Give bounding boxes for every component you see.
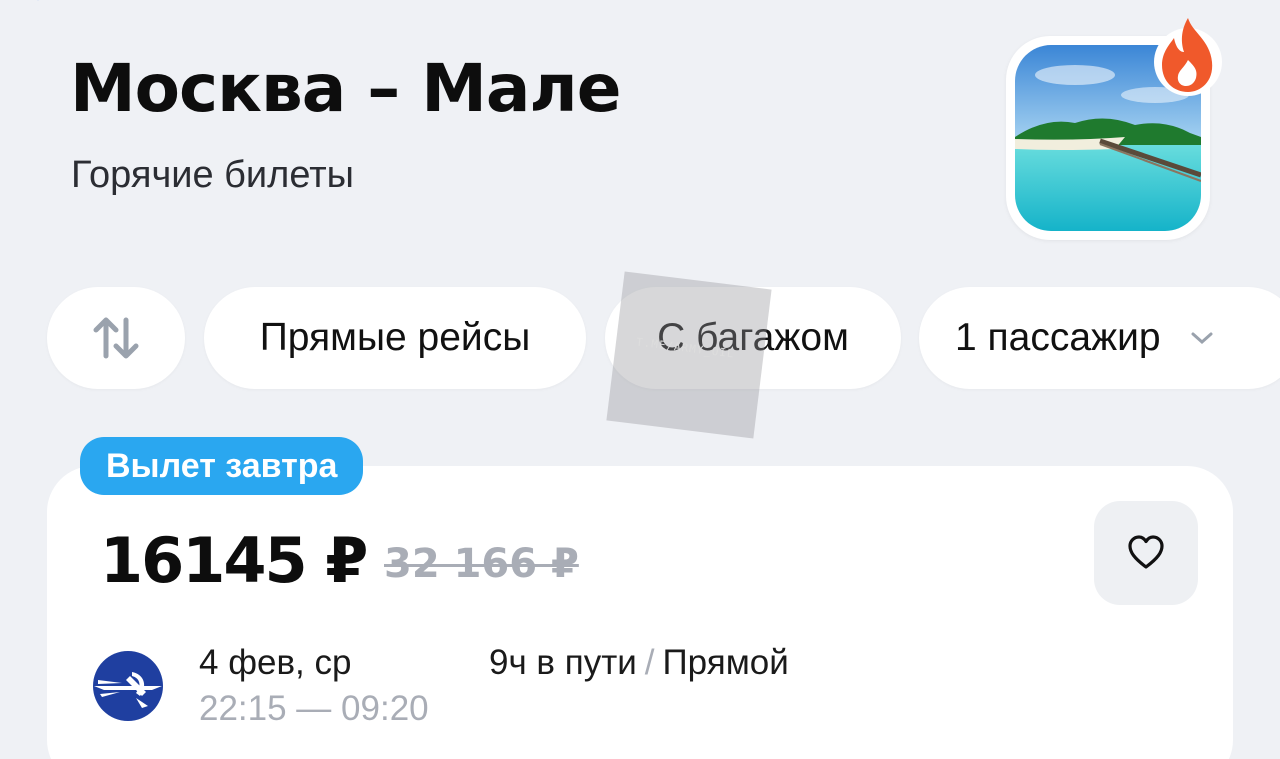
page-subtitle: Горячие билеты [71, 154, 354, 196]
flight-duration: 9ч в пути / Прямой [489, 643, 789, 683]
filter-baggage[interactable]: С багажом [605, 287, 901, 389]
page-title: Москва – Мале [70, 50, 622, 127]
aeroflot-logo [93, 651, 163, 721]
fire-icon [1154, 18, 1222, 96]
passengers-select[interactable]: 1 пассажир [919, 287, 1280, 389]
favorite-button[interactable] [1094, 501, 1198, 605]
stops-text: Прямой [662, 643, 789, 682]
sort-arrows-icon [93, 317, 139, 359]
duration-text: 9ч в пути [489, 643, 637, 682]
ticket-price: 16145 ₽ [100, 524, 368, 597]
departure-badge: Вылет завтра [80, 437, 364, 495]
old-price: 32 166 ₽ [384, 541, 579, 587]
duration-separator: / [644, 643, 655, 682]
flight-times: 22:15 — 09:20 [199, 689, 429, 728]
filter-direct-label: Прямые рейсы [259, 316, 531, 359]
filter-direct-flights[interactable]: Прямые рейсы [204, 287, 586, 389]
passengers-label: 1 пассажир [955, 316, 1161, 359]
filter-baggage-label: С багажом [657, 316, 849, 359]
flight-date: 4 фев, ср [199, 643, 352, 682]
heart-icon [1128, 535, 1164, 569]
chevron-down-icon [1191, 332, 1213, 345]
chevron-left-icon[interactable] [30, 0, 58, 14]
sort-button[interactable] [47, 287, 185, 389]
